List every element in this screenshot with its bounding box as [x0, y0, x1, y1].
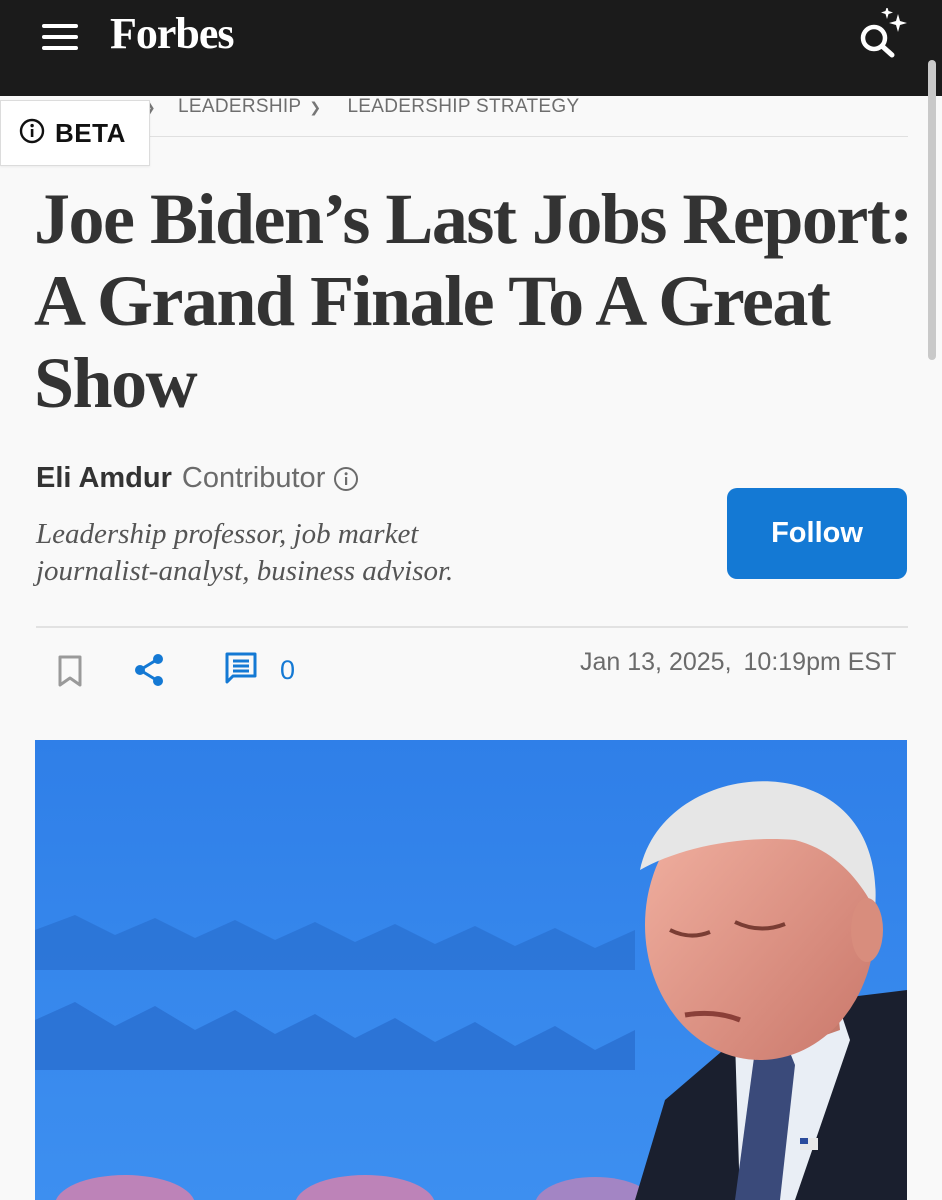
publish-time: 10:19pm EST [743, 648, 897, 676]
share-icon[interactable] [132, 652, 166, 688]
follow-button[interactable]: Follow [727, 488, 907, 579]
forbes-logo[interactable]: Forbes [110, 8, 235, 59]
publish-dateline: Jan 13, 2025, 10:19pm EST [580, 648, 896, 677]
bookmark-icon[interactable] [56, 654, 84, 688]
comment-icon [224, 651, 258, 690]
breadcrumb: ❯ LEADERSHIP ❯ LEADERSHIP STRATEGY [140, 94, 579, 120]
hero-image[interactable] [35, 740, 907, 1200]
article-headline: Joe Biden’s Last Jobs Report: A Grand Fi… [34, 178, 914, 424]
breadcrumb-item-leadership[interactable]: LEADERSHIP [178, 96, 301, 118]
scrollbar-thumb[interactable] [928, 60, 936, 360]
byline-divider [36, 626, 908, 628]
comments-button[interactable]: 0 [224, 652, 304, 688]
headline-line: Joe Biden’s Last Jobs Report: [34, 179, 913, 259]
hamburger-menu-icon[interactable] [42, 24, 78, 50]
chevron-right-icon: ❯ [309, 98, 322, 115]
top-navigation-bar: Forbes [0, 0, 942, 96]
beta-badge[interactable]: BETA [0, 100, 150, 166]
breadcrumb-item-leadership-strategy[interactable]: LEADERSHIP STRATEGY [347, 96, 579, 118]
headline-line: Show [34, 343, 198, 423]
author-bio: Leadership professor, job market journal… [36, 516, 596, 590]
author-name[interactable]: Eli Amdur [36, 462, 172, 495]
headline-line: A Grand Finale To A Great [34, 261, 831, 341]
author-byline: Eli Amdur Contributor [36, 462, 359, 495]
sparkle-search-icon[interactable] [856, 6, 916, 58]
publish-date: Jan 13, 2025, [580, 648, 732, 676]
beta-label: BETA [55, 117, 126, 148]
info-icon[interactable] [333, 466, 359, 492]
hero-photo-illustration [35, 740, 907, 1200]
info-circle-icon [19, 118, 45, 149]
comment-count: 0 [280, 654, 296, 685]
author-role: Contributor [181, 462, 326, 494]
author-bio-line: Leadership professor, job market [36, 518, 419, 550]
author-bio-line: journalist-analyst, business advisor. [36, 555, 454, 587]
page-scrollbar[interactable] [928, 60, 936, 360]
breadcrumb-divider [150, 136, 908, 137]
